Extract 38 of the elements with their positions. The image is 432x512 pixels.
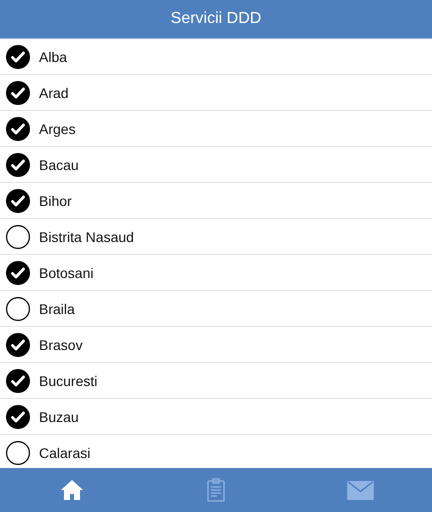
checked-circle-icon[interactable] [6,368,30,392]
checked-circle-icon[interactable] [6,44,30,68]
list-item[interactable]: Arges [0,111,432,147]
list-item[interactable]: Bacau [0,147,432,183]
checked-circle-icon[interactable] [6,188,30,212]
empty-circle-icon[interactable] [6,440,30,464]
checked-circle-icon[interactable] [6,332,30,356]
empty-circle-icon[interactable] [6,224,30,248]
item-label: Brasov [39,336,83,352]
item-label: Botosani [39,264,94,280]
item-label: Braila [39,300,75,316]
item-label: Buzau [39,408,79,424]
mail-icon [346,480,374,500]
checked-circle-icon[interactable] [6,116,30,140]
item-label: Arges [39,120,76,136]
list-item[interactable]: Brasov [0,327,432,363]
list-item[interactable]: Bistrita Nasaud [0,219,432,255]
checked-circle-icon[interactable] [6,260,30,284]
list-item[interactable]: Alba [0,39,432,75]
item-label: Bacau [39,156,79,172]
item-label: Bistrita Nasaud [39,228,134,244]
checked-circle-icon[interactable] [6,80,30,104]
home-icon [60,478,84,502]
item-label: Calarasi [39,444,90,460]
item-label: Bihor [39,192,72,208]
checked-circle-icon[interactable] [6,152,30,176]
list-item[interactable]: Bihor [0,183,432,219]
list-item[interactable]: Bucuresti [0,363,432,399]
item-label: Arad [39,84,69,100]
item-label: Bucuresti [39,372,98,388]
checked-circle-icon[interactable] [6,404,30,428]
list-item[interactable]: Braila [0,291,432,327]
empty-circle-icon[interactable] [6,296,30,320]
item-label: Alba [39,48,68,64]
list-item[interactable]: Buzau [0,399,432,435]
list-item[interactable]: Arad [0,75,432,111]
header-title: Servicii DDD [170,10,262,28]
list-item[interactable]: Botosani [0,255,432,291]
